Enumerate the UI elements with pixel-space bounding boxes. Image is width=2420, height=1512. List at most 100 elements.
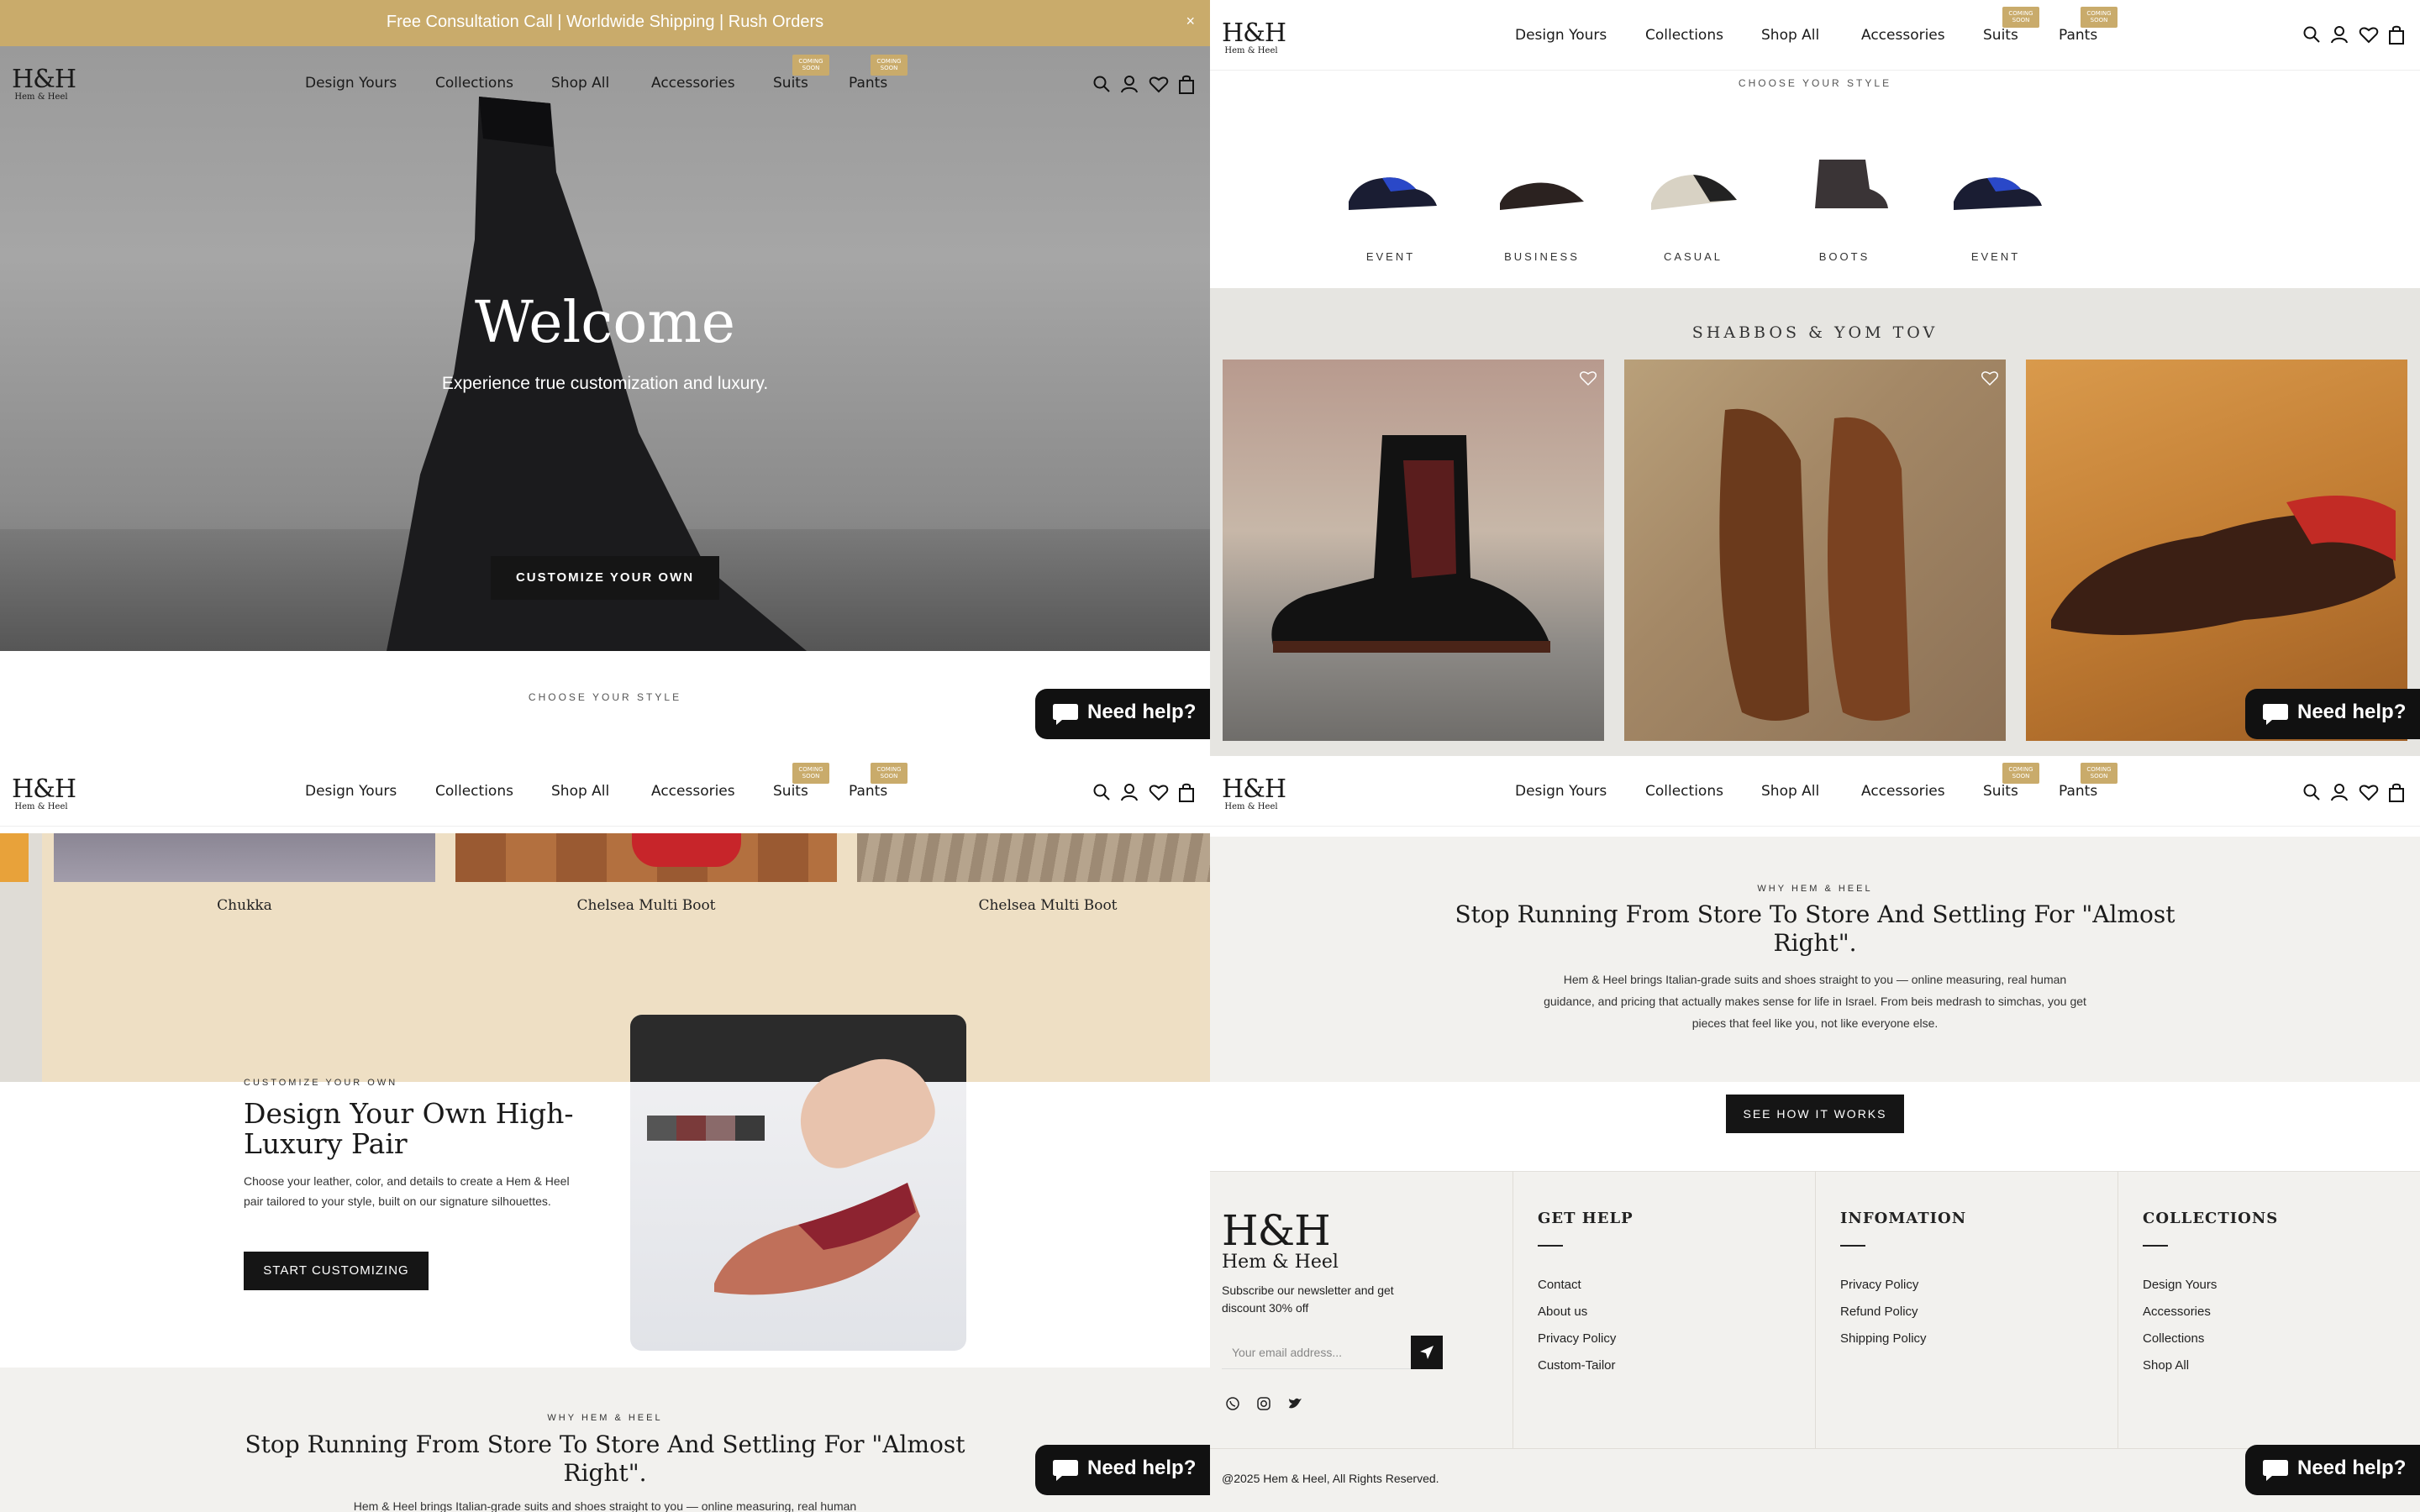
footer-link[interactable]: Accessories bbox=[2143, 1305, 2211, 1319]
whatsapp-icon[interactable] bbox=[1225, 1396, 1240, 1411]
close-icon[interactable]: × bbox=[1186, 13, 1195, 30]
wishlist-icon[interactable] bbox=[1149, 75, 1169, 93]
wishlist-icon[interactable] bbox=[1981, 370, 1999, 386]
divider bbox=[1210, 1448, 2420, 1449]
carousel-edge-image bbox=[0, 833, 29, 882]
product-image[interactable] bbox=[857, 833, 1210, 882]
instagram-icon[interactable] bbox=[1256, 1396, 1271, 1411]
need-help-chat-button[interactable]: Need help? 1 bbox=[2245, 1445, 2420, 1495]
title-rule bbox=[1538, 1245, 1563, 1247]
style-business[interactable]: BUSINESS bbox=[1483, 143, 1601, 263]
nav-collections[interactable]: Collections bbox=[435, 783, 513, 800]
footer-col-title: INFOMATION bbox=[1840, 1210, 1967, 1227]
newsletter-text: Subscribe our newsletter and get discoun… bbox=[1222, 1284, 1394, 1315]
subscribe-button[interactable] bbox=[1411, 1336, 1443, 1369]
account-icon[interactable] bbox=[2330, 783, 2349, 801]
wishlist-icon[interactable] bbox=[2359, 783, 2379, 801]
need-help-chat-button[interactable]: Need help? 1 bbox=[2245, 689, 2420, 739]
nav-accessories[interactable]: Accessories bbox=[651, 75, 735, 92]
oxford-image bbox=[2051, 496, 2396, 635]
footer-link[interactable]: About us bbox=[1538, 1305, 1587, 1319]
nav-pants[interactable]: Pants bbox=[2059, 27, 2097, 44]
send-icon bbox=[1420, 1346, 1434, 1359]
tartan-shoe-image bbox=[714, 1183, 920, 1295]
divider bbox=[1512, 1171, 1513, 1448]
title-rule bbox=[1840, 1245, 1865, 1247]
footer-link[interactable]: Custom-Tailor bbox=[1538, 1358, 1616, 1373]
product-name[interactable]: Chelsea Multi Boot bbox=[857, 897, 1210, 914]
footer-link[interactable]: Privacy Policy bbox=[1840, 1278, 1918, 1292]
nav-shop-all[interactable]: Shop All bbox=[551, 75, 609, 92]
product-image[interactable] bbox=[455, 833, 837, 882]
style-event[interactable]: EVENT bbox=[1332, 143, 1449, 263]
cart-icon[interactable] bbox=[2388, 783, 2405, 803]
footer-link[interactable]: Collections bbox=[2143, 1331, 2204, 1346]
search-icon[interactable] bbox=[1092, 783, 1111, 801]
footer-link[interactable]: Shop All bbox=[2143, 1358, 2189, 1373]
cart-icon[interactable] bbox=[2388, 25, 2405, 45]
footer-link[interactable]: Contact bbox=[1538, 1278, 1581, 1292]
search-icon[interactable] bbox=[1092, 75, 1111, 93]
coming-soon-badge: COMING SOON bbox=[2081, 763, 2118, 784]
nav-accessories[interactable]: Accessories bbox=[1861, 27, 1945, 44]
nav-shop-all[interactable]: Shop All bbox=[1761, 783, 1819, 800]
nav-collections[interactable]: Collections bbox=[1645, 27, 1723, 44]
nav-accessories[interactable]: Accessories bbox=[651, 783, 735, 800]
choose-style-heading: CHOOSE YOUR STYLE bbox=[528, 691, 682, 703]
cart-icon[interactable] bbox=[1178, 75, 1195, 95]
see-how-it-works-button[interactable]: SEE HOW IT WORKS bbox=[1726, 1095, 1904, 1133]
need-help-chat-button[interactable]: Need help? 1 bbox=[1035, 689, 1210, 739]
nav-suits[interactable]: Suits bbox=[1983, 783, 2018, 800]
style-casual[interactable]: CASUAL bbox=[1634, 143, 1752, 263]
style-boots[interactable]: BOOTS bbox=[1786, 143, 1903, 263]
footer-link[interactable]: Shipping Policy bbox=[1840, 1331, 1927, 1346]
account-icon[interactable] bbox=[2330, 25, 2349, 44]
nav-design-yours[interactable]: Design Yours bbox=[305, 783, 397, 800]
footer-logo[interactable]: H&H Hem & Heel bbox=[1222, 1210, 1339, 1273]
email-field[interactable]: Your email address... bbox=[1222, 1336, 1443, 1369]
footer-link[interactable]: Privacy Policy bbox=[1538, 1331, 1616, 1346]
nav-suits[interactable]: Suits bbox=[773, 75, 808, 92]
cart-icon[interactable] bbox=[1178, 783, 1195, 803]
nav-design-yours[interactable]: Design Yours bbox=[305, 75, 397, 92]
chat-icon bbox=[1053, 704, 1078, 725]
product-name[interactable]: Chelsea Multi Boot bbox=[455, 897, 837, 914]
nav-accessories[interactable]: Accessories bbox=[1861, 783, 1945, 800]
shoe-sole bbox=[632, 833, 741, 867]
nav-suits[interactable]: Suits bbox=[1983, 27, 2018, 44]
product-name[interactable]: Chukka bbox=[54, 897, 435, 914]
nav-collections[interactable]: Collections bbox=[435, 75, 513, 92]
customize-your-own-button[interactable]: CUSTOMIZE YOUR OWN bbox=[491, 556, 719, 600]
nav-suits[interactable]: Suits bbox=[773, 783, 808, 800]
account-icon[interactable] bbox=[1120, 75, 1139, 93]
product-image[interactable] bbox=[54, 833, 435, 882]
wishlist-icon[interactable] bbox=[2359, 25, 2379, 44]
twitter-icon[interactable] bbox=[1287, 1396, 1302, 1411]
nav-shop-all[interactable]: Shop All bbox=[551, 783, 609, 800]
search-icon[interactable] bbox=[2302, 25, 2321, 44]
coming-soon-badge: COMING SOON bbox=[2002, 763, 2039, 784]
nav-design-yours[interactable]: Design Yours bbox=[1515, 27, 1607, 44]
nav-design-yours[interactable]: Design Yours bbox=[1515, 783, 1607, 800]
color-swatches bbox=[647, 1116, 765, 1141]
account-icon[interactable] bbox=[1120, 783, 1139, 801]
nav-shop-all[interactable]: Shop All bbox=[1761, 27, 1819, 44]
footer-link[interactable]: Refund Policy bbox=[1840, 1305, 1918, 1319]
product-card[interactable] bbox=[2026, 360, 2407, 741]
screen-customize: H&H Hem & Heel Design Yours Collections … bbox=[0, 756, 1210, 1512]
need-help-chat-button[interactable]: Need help? 1 bbox=[1035, 1445, 1210, 1495]
screen-choose-style: H&H Hem & Heel Design Yours Collections … bbox=[1210, 0, 2420, 756]
nav-pants[interactable]: Pants bbox=[849, 783, 887, 800]
shoe-image bbox=[1815, 160, 1888, 208]
nav-pants[interactable]: Pants bbox=[849, 75, 887, 92]
style-event[interactable]: EVENT bbox=[1937, 143, 2054, 263]
product-card[interactable] bbox=[1624, 360, 2006, 741]
product-card[interactable] bbox=[1223, 360, 1604, 741]
nav-pants[interactable]: Pants bbox=[2059, 783, 2097, 800]
wishlist-icon[interactable] bbox=[1579, 370, 1597, 386]
footer-link[interactable]: Design Yours bbox=[2143, 1278, 2217, 1292]
wishlist-icon[interactable] bbox=[1149, 783, 1169, 801]
search-icon[interactable] bbox=[2302, 783, 2321, 801]
nav-collections[interactable]: Collections bbox=[1645, 783, 1723, 800]
start-customizing-button[interactable]: START CUSTOMIZING bbox=[244, 1252, 429, 1290]
